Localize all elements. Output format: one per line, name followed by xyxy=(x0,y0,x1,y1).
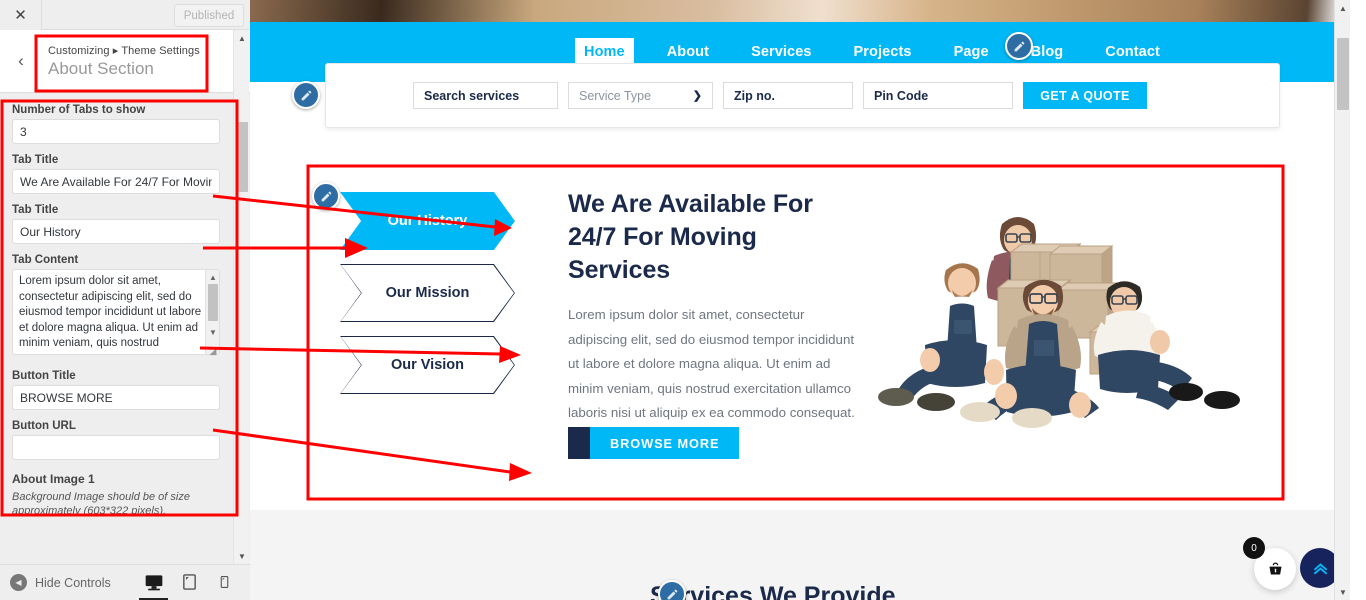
services-section-heading: Services We Provide xyxy=(650,582,896,600)
about-tab-our-history[interactable]: Our History xyxy=(340,192,515,250)
field-group-button-url: Button URL xyxy=(0,420,250,460)
close-customizer-button[interactable]: ✕ xyxy=(0,0,42,30)
about-tab-our-mission[interactable]: Our Mission xyxy=(340,264,515,322)
browse-more-label: BROWSE MORE xyxy=(590,427,740,459)
edit-pencil-icon-services[interactable] xyxy=(658,580,686,600)
chevron-down-icon: ❯ xyxy=(692,90,702,102)
field-group-tab-title-1: Tab Title xyxy=(0,154,250,194)
number-of-tabs-input[interactable] xyxy=(12,119,220,144)
preview-scroll-down-icon[interactable]: ▼ xyxy=(1335,584,1350,600)
label-button-url: Button URL xyxy=(12,420,76,432)
tab-title-2-input[interactable] xyxy=(12,219,220,244)
sidebar-scroll-up-icon[interactable]: ▲ xyxy=(234,30,250,46)
sidebar-scrollbar-thumb[interactable] xyxy=(236,122,248,192)
pin-code-input[interactable]: Pin Code xyxy=(863,82,1013,109)
edit-pencil-icon-about[interactable] xyxy=(312,182,340,210)
service-type-select[interactable]: Service Type ❯ xyxy=(568,82,713,109)
page-title: About Section xyxy=(48,58,154,78)
customizer-panel-header: ‹ Customizing ▸ Theme Settings About Sec… xyxy=(0,30,250,93)
scrollbar-thumb[interactable] xyxy=(208,284,218,321)
desktop-icon[interactable] xyxy=(139,572,168,600)
nav-item-home[interactable]: Home xyxy=(575,38,634,66)
hide-controls-label: Hide Controls xyxy=(35,575,111,590)
quote-search-row: Search services Service Type ❯ Zip no. P… xyxy=(413,82,1147,109)
screen-root: ✕ Published ‹ Customizing ▸ Theme Settin… xyxy=(0,0,1366,600)
preview-scrollbar-thumb[interactable] xyxy=(1337,38,1349,110)
breadcrumb: Customizing ▸ Theme Settings xyxy=(48,44,200,57)
label-button-title: Button Title xyxy=(12,370,76,382)
about-tabs-column: Our History Our Mission Our Vision xyxy=(340,192,525,408)
about-tab-label: Our Mission xyxy=(385,285,470,301)
button-url-input[interactable] xyxy=(12,435,220,460)
preview-scrollbar[interactable]: ▲ ▼ xyxy=(1334,0,1350,600)
field-group-tabs-count: Number of Tabs to show xyxy=(0,104,250,144)
site-preview-pane: Home About Services Projects Page Blog C… xyxy=(250,0,1350,600)
about-movers-photo xyxy=(870,190,1270,430)
service-type-value: Service Type xyxy=(579,88,652,103)
field-group-tab-title-2: Tab Title xyxy=(0,204,250,244)
customizer-topbar: ✕ Published xyxy=(0,0,250,30)
search-services-input[interactable]: Search services xyxy=(413,82,558,109)
button-title-input[interactable] xyxy=(12,385,220,410)
tablet-icon[interactable] xyxy=(181,572,201,594)
nav-item-services[interactable]: Services xyxy=(742,38,820,66)
sidebar-scroll-down-icon[interactable]: ▼ xyxy=(234,548,250,564)
about-paragraph: Lorem ipsum dolor sit amet, consectetur … xyxy=(568,307,855,420)
preview-scroll-up-icon[interactable]: ▲ xyxy=(1335,0,1350,16)
about-image-help-text: Background Image should be of size appro… xyxy=(12,491,190,517)
about-section: Our History Our Mission Our Vision We Ar… xyxy=(310,170,1285,500)
textarea-scrollbar[interactable]: ▲ ▼ xyxy=(205,270,219,354)
zip-input[interactable]: Zip no. xyxy=(723,82,853,109)
back-arrow-icon[interactable]: ‹ xyxy=(0,30,42,93)
field-group-tab-content: Tab Content ▲ ▼ ◢ xyxy=(0,254,250,360)
get-a-quote-button[interactable]: GET A QUOTE xyxy=(1023,82,1147,109)
wordpress-customizer-sidebar: ✕ Published ‹ Customizing ▸ Theme Settin… xyxy=(0,0,250,600)
scroll-up-icon[interactable]: ▲ xyxy=(209,273,217,282)
about-tab-label: Our Vision xyxy=(390,357,465,373)
about-text-column: We Are Available For 24/7 For Moving Ser… xyxy=(568,188,858,426)
quote-search-card: Search services Service Type ❯ Zip no. P… xyxy=(292,63,1280,128)
cart-count-badge: 0 xyxy=(1243,537,1265,559)
mobile-icon[interactable] xyxy=(218,572,238,594)
sidebar-scrollbar[interactable]: ▲ ▼ xyxy=(233,30,249,564)
scroll-down-icon[interactable]: ▼ xyxy=(209,328,217,337)
customizer-controls-body: Number of Tabs to show Tab Title Tab Tit… xyxy=(0,94,250,564)
nav-item-about[interactable]: About xyxy=(658,38,718,66)
edit-pencil-icon-search[interactable] xyxy=(292,81,320,109)
field-group-button-title: Button Title xyxy=(0,370,250,410)
hide-controls-button[interactable]: ◀ Hide Controls xyxy=(0,574,111,591)
label-number-of-tabs: Number of Tabs to show xyxy=(12,104,146,116)
label-tab-title-2: Tab Title xyxy=(12,204,59,216)
tab-content-wrapper: ▲ ▼ ◢ xyxy=(12,269,220,360)
device-preview-switcher xyxy=(139,572,238,600)
hide-controls-arrow-icon: ◀ xyxy=(10,574,27,591)
tab-content-textarea[interactable] xyxy=(12,269,220,355)
label-tab-content: Tab Content xyxy=(12,254,79,266)
about-heading: We Are Available For 24/7 For Moving Ser… xyxy=(568,190,813,284)
nav-item-projects[interactable]: Projects xyxy=(845,38,921,66)
label-about-image-1: About Image 1 xyxy=(12,472,95,486)
published-button[interactable]: Published xyxy=(174,4,244,27)
edit-pencil-icon-nav[interactable] xyxy=(1005,32,1033,60)
about-tab-our-vision[interactable]: Our Vision xyxy=(340,336,515,394)
customizer-footer: ◀ Hide Controls xyxy=(0,564,250,600)
panel-header-text: Customizing ▸ Theme Settings About Secti… xyxy=(42,44,200,79)
nav-item-contact[interactable]: Contact xyxy=(1096,38,1169,66)
tab-title-1-input[interactable] xyxy=(12,169,220,194)
hero-image-strip xyxy=(250,0,1350,22)
label-tab-title-1: Tab Title xyxy=(12,154,59,166)
nav-item-page[interactable]: Page xyxy=(945,38,998,66)
about-tab-label: Our History xyxy=(387,213,468,229)
browse-more-accent-tab xyxy=(568,427,590,459)
browse-more-button[interactable]: BROWSE MORE xyxy=(568,427,740,459)
resize-grip-icon[interactable]: ◢ xyxy=(206,346,220,360)
